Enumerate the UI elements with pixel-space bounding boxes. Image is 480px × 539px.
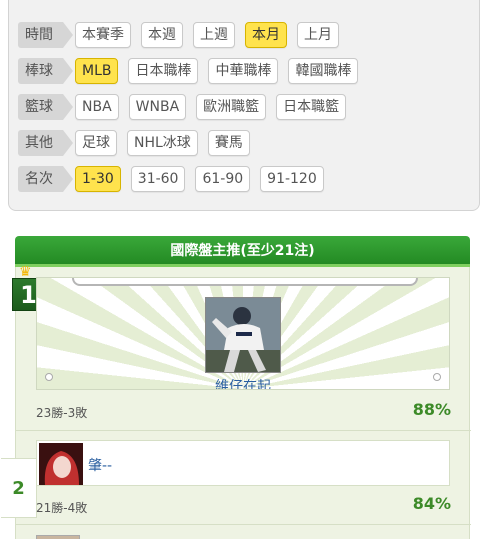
filter-row-other: 其他 足球 NHL冰球 賽馬 <box>18 130 260 156</box>
player-avatar[interactable] <box>205 297 281 373</box>
crown-icon: ♛ <box>19 264 32 280</box>
win-rate-1: 88% <box>412 400 451 419</box>
player-avatar[interactable] <box>36 535 80 539</box>
filter-option-npb[interactable]: 日本職棒 <box>128 58 199 84</box>
filter-option-nhl[interactable]: NHL冰球 <box>127 130 198 156</box>
filter-option-rank-61-90[interactable]: 61-90 <box>195 166 251 192</box>
row-divider <box>16 524 471 525</box>
filter-row-time: 時間 本賽季 本週 上週 本月 上月 <box>18 22 349 48</box>
filter-row-basketball: 籃球 NBA WNBA 歐洲職籃 日本職籃 <box>18 94 356 120</box>
filter-option-kbo[interactable]: 韓國職棒 <box>288 58 359 84</box>
filter-option-soccer[interactable]: 足球 <box>75 130 117 156</box>
filter-option-rank-1-30[interactable]: 1-30 <box>75 166 121 192</box>
win-loss-record-1: 23勝-3敗 <box>36 406 88 420</box>
player-avatar[interactable] <box>39 443 83 485</box>
row-divider <box>16 430 471 431</box>
filter-option-horse-racing[interactable]: 賽馬 <box>207 130 250 156</box>
filter-row-baseball: 棒球 MLB 日本職棒 中華職棒 韓國職棒 <box>18 58 368 84</box>
filter-option-last-month[interactable]: 上月 <box>297 22 339 48</box>
top-ranked-card[interactable]: 維仔在起 <box>36 277 450 390</box>
filter-label-time: 時間 <box>18 22 73 48</box>
ranking-panel: 國際盤主推(至少21注) ♛ 1 維仔在起 23勝-3敗 88% 2 肇-- 2… <box>1 236 471 539</box>
filter-option-rank-31-60[interactable]: 31-60 <box>130 166 186 192</box>
filter-row-rank: 名次 1-30 31-60 61-90 91-120 <box>18 166 334 192</box>
filter-label-other: 其他 <box>18 130 73 156</box>
filter-option-mlb[interactable]: MLB <box>75 58 119 84</box>
filter-option-japan-basketball[interactable]: 日本職籃 <box>276 94 347 120</box>
win-rate-2: 84% <box>412 494 451 513</box>
rank-badge-2: 2 <box>1 458 37 518</box>
player-name-2[interactable]: 肇-- <box>88 455 112 475</box>
filter-option-this-month[interactable]: 本月 <box>245 22 287 48</box>
card-hanger <box>72 278 418 286</box>
filter-panel: 時間 本賽季 本週 上週 本月 上月 棒球 MLB 日本職棒 中華職棒 韓國職棒… <box>8 0 480 211</box>
filter-option-nba[interactable]: NBA <box>75 94 119 120</box>
filter-label-basketball: 籃球 <box>18 94 73 120</box>
filter-option-wnba[interactable]: WNBA <box>128 94 187 120</box>
ranking-title: 國際盤主推(至少21注) <box>15 236 470 267</box>
filter-option-cpbl[interactable]: 中華職棒 <box>208 58 279 84</box>
filter-label-baseball: 棒球 <box>18 58 73 84</box>
player-name-1[interactable]: 維仔在起 <box>37 376 449 389</box>
ranking-list: ♛ 1 維仔在起 23勝-3敗 88% 2 肇-- 21勝-4敗 84% <box>1 264 471 539</box>
filter-label-rank: 名次 <box>18 166 73 192</box>
win-loss-record-2: 21勝-4敗 <box>36 501 88 515</box>
filter-option-rank-91-120[interactable]: 91-120 <box>260 166 324 192</box>
filter-option-this-season[interactable]: 本賽季 <box>75 22 131 48</box>
filter-option-euroleague[interactable]: 歐洲職籃 <box>196 94 267 120</box>
filter-option-this-week[interactable]: 本週 <box>141 22 183 48</box>
filter-option-last-week[interactable]: 上週 <box>193 22 235 48</box>
ranked-card-2[interactable]: 肇-- <box>36 440 450 486</box>
